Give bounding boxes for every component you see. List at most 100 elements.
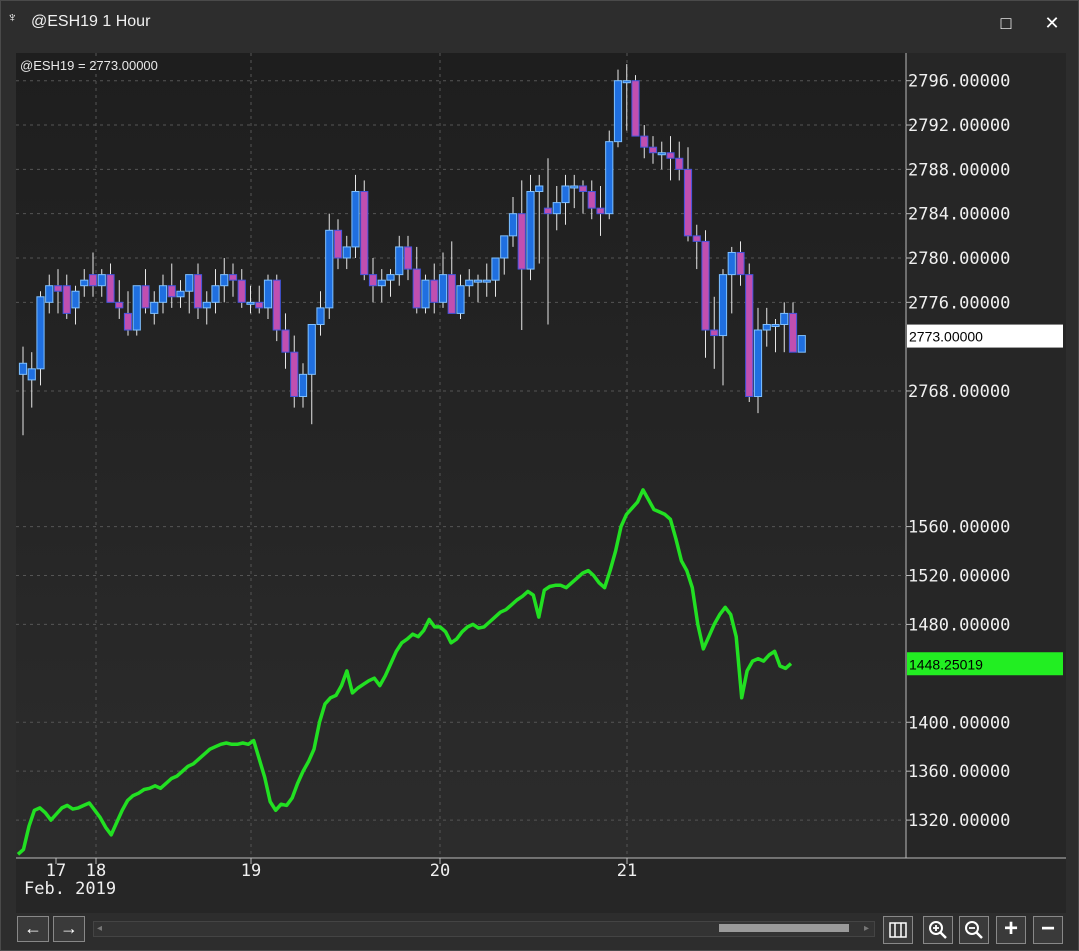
candle-up — [18, 362, 28, 375]
candle-up — [561, 185, 570, 204]
scroll-left-button[interactable]: ← — [17, 916, 49, 942]
candle-up — [386, 274, 395, 281]
price-tick-label: 2776.00000 — [908, 293, 1010, 313]
candle-up — [657, 152, 666, 156]
candle-down — [631, 80, 640, 137]
price-tick-label: 2788.00000 — [908, 160, 1010, 180]
chart-area[interactable]: 2768.00000 2776.00000 2780.00000 2784.00000… — [16, 53, 1066, 913]
candle-up — [780, 312, 789, 325]
increase-button[interactable]: + — [996, 916, 1026, 944]
decrease-button[interactable]: − — [1033, 916, 1063, 944]
candle-down — [193, 274, 203, 309]
candle-up — [526, 191, 535, 270]
candle-up — [482, 279, 491, 283]
candle-up — [753, 329, 763, 398]
zoom-out-icon[interactable] — [959, 916, 989, 944]
horizontal-scrollbar[interactable]: ◂ ▸ — [93, 921, 875, 937]
candle-up — [246, 301, 255, 305]
price-tick-label: 2768.00000 — [908, 382, 1010, 402]
candle-down — [587, 191, 596, 209]
indicator-tick-label: 1360.00000 — [908, 762, 1010, 782]
candle-down — [333, 229, 343, 259]
candle-up — [132, 285, 141, 331]
chart-svg[interactable]: 2768.00000 2776.00000 2780.00000 2784.00000… — [16, 53, 1066, 913]
symbol-readout: @ESH19 = 2773.00000 — [20, 58, 158, 73]
candle-down — [360, 191, 369, 276]
candle-down — [53, 285, 63, 292]
candle-down — [412, 268, 421, 309]
candle-up — [500, 235, 509, 259]
candle-up — [80, 279, 89, 287]
candle-up — [395, 246, 404, 276]
candle-down — [675, 157, 684, 170]
scrollbar-thumb[interactable] — [719, 924, 849, 932]
indicator-tick-label: 1520.00000 — [908, 567, 1010, 587]
candle-up — [298, 373, 308, 398]
last-indicator-label: 1448.25019 — [909, 656, 983, 672]
candle-up — [622, 80, 631, 84]
candle-up — [377, 279, 386, 287]
candle-down — [88, 274, 98, 287]
price-tick-label: 2792.00000 — [908, 116, 1010, 136]
candle-down — [106, 274, 115, 303]
candle-up — [613, 80, 623, 143]
close-button[interactable]: ✕ — [1037, 9, 1067, 37]
bar-spacing-icon[interactable] — [883, 916, 913, 944]
candle-down — [648, 146, 658, 154]
candle-up — [570, 185, 579, 189]
candle-down — [368, 274, 378, 287]
time-axis-date-label: Feb. 2019 — [24, 879, 116, 899]
candle-up — [456, 285, 465, 314]
time-tick-label: 21 — [617, 861, 637, 881]
candle-down — [736, 251, 745, 276]
indicator-tick-label: 1560.00000 — [908, 518, 1010, 538]
candle-up — [465, 279, 474, 287]
candle-down — [62, 285, 71, 314]
time-axis-background — [16, 858, 1066, 913]
price-tick-label: 2784.00000 — [908, 205, 1010, 225]
candle-up — [36, 296, 45, 370]
bottom-toolbar: ← → ◂ ▸ + − — [1, 913, 1078, 950]
candle-up — [307, 323, 316, 375]
candle-up — [45, 285, 54, 303]
candle-up — [771, 323, 780, 327]
candle-up — [202, 301, 211, 309]
indicator-tick-label: 1480.00000 — [908, 615, 1010, 635]
candle-down — [447, 274, 456, 314]
app-icon: ♆ — [7, 9, 18, 25]
candle-up — [220, 274, 229, 287]
scrollbar-right-arrow[interactable]: ▸ — [864, 922, 869, 936]
candle-down — [683, 168, 693, 237]
candle-up — [727, 251, 736, 276]
candle-down — [430, 279, 439, 303]
maximize-button[interactable]: □ — [991, 9, 1021, 37]
candle-down — [543, 207, 553, 215]
time-tick-label: 19 — [241, 861, 261, 881]
scrollbar-left-arrow[interactable]: ◂ — [97, 922, 102, 936]
time-tick-label: 20 — [430, 861, 450, 881]
candle-up — [211, 285, 220, 303]
candle-up — [316, 307, 325, 325]
scroll-right-button[interactable]: → — [53, 916, 85, 942]
candle-up — [718, 274, 728, 337]
price-tick-label: 2780.00000 — [908, 249, 1010, 269]
candle-down — [167, 285, 176, 298]
last-price-label: 2773.00000 — [909, 329, 983, 345]
zoom-in-icon[interactable] — [923, 916, 953, 944]
candle-up — [762, 323, 771, 331]
candle-up — [438, 274, 448, 303]
candle-down — [578, 185, 588, 193]
candle-up — [176, 290, 185, 298]
candle-down — [517, 213, 526, 270]
candle-up — [605, 141, 614, 215]
candle-down — [403, 246, 413, 270]
window-title: @ESH19 1 Hour — [31, 13, 151, 30]
candle-down — [123, 312, 133, 331]
candle-up — [421, 279, 430, 309]
candle-down — [290, 351, 299, 398]
candle-up — [263, 279, 273, 309]
candle-down — [141, 285, 150, 309]
candle-down — [692, 235, 701, 242]
candle-up — [342, 246, 351, 259]
candle-down — [115, 301, 124, 309]
